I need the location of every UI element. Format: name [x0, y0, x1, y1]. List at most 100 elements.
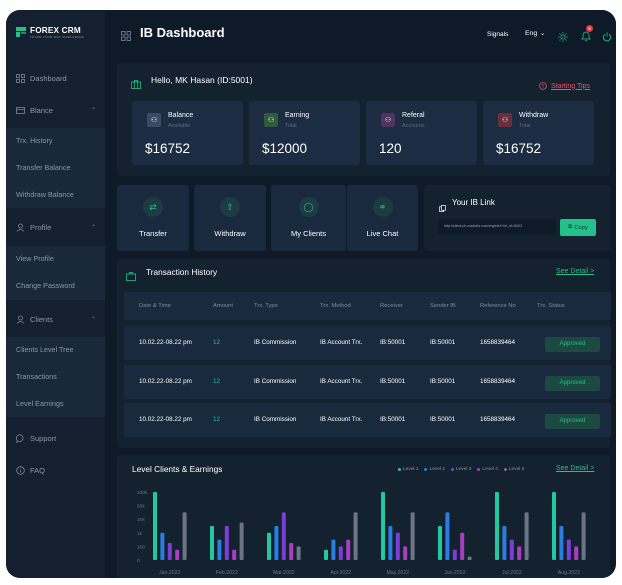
alert-icon	[539, 77, 547, 95]
starting-tips-link[interactable]: Starting Tips	[539, 77, 590, 95]
x-tick-label: Feb.2022	[216, 570, 238, 576]
bar-level-3[interactable]	[395, 532, 400, 560]
bar-level-3[interactable]	[224, 526, 229, 560]
bar-level-5[interactable]	[410, 512, 415, 560]
cell-sender: IB:50001	[430, 339, 456, 346]
column-header: Sender IB	[430, 303, 456, 309]
chevron-down-icon: ⌄	[540, 31, 546, 37]
sidebar-item-withdraw-balance[interactable]: Withdraw Balance	[6, 182, 105, 209]
grid-icon	[16, 73, 25, 83]
ib-link-url: http://client.ph.markets.com/register?re…	[444, 224, 523, 228]
bar-level-1[interactable]	[495, 492, 499, 560]
cell-receiver: IB:50001	[380, 339, 406, 346]
sidebar-item-clients-level-tree[interactable]: Clients Level Tree	[6, 337, 105, 364]
bar-level-5[interactable]	[524, 512, 529, 560]
bar-level-3[interactable]	[281, 512, 286, 560]
bar-level-4[interactable]	[175, 549, 180, 560]
language-selector[interactable]: Eng ⌄	[525, 30, 545, 37]
copy-label: Copy	[574, 224, 588, 231]
legend-swatch	[424, 468, 428, 471]
bar-level-5[interactable]	[239, 522, 244, 560]
bar-level-1[interactable]	[324, 549, 328, 560]
power-icon[interactable]	[602, 29, 612, 47]
status-badge: Approved	[545, 376, 600, 391]
bar-level-2[interactable]	[160, 532, 165, 560]
y-tick-label: 50k	[137, 504, 145, 510]
table-row[interactable]: 10.02.22-08.22 pm 12 IB Commission IB Ac…	[124, 326, 611, 360]
transactions-see-detail-link[interactable]: See Detail >	[556, 268, 594, 275]
bar-level-4[interactable]	[574, 546, 579, 560]
cell-type: IB Commission	[254, 378, 297, 385]
bar-level-4[interactable]	[289, 543, 294, 560]
table-row[interactable]: 10.02.22-08.22 pm 12 IB Commission IB Ac…	[124, 403, 611, 437]
bar-level-1[interactable]	[438, 526, 442, 560]
bar-level-5[interactable]	[182, 512, 187, 560]
bar-level-4[interactable]	[517, 546, 522, 560]
sidebar-item-view-profile[interactable]: View Profile	[6, 246, 105, 273]
cell-method: IB Account Trx.	[320, 378, 363, 385]
logo[interactable]: FOREX CRM TRADE YOUR WAY WORLDWIDE	[16, 26, 84, 39]
transaction-history-title: Transaction History	[146, 267, 218, 277]
bar-level-2[interactable]	[331, 539, 336, 560]
legend-item: Level 5	[503, 467, 524, 472]
live-chat-button[interactable]: ⚭ Live Chat	[347, 185, 418, 251]
sidebar-item-support[interactable]: Support	[6, 431, 105, 445]
chevron-up-icon: ⌃	[90, 224, 96, 231]
bar-level-1[interactable]	[381, 492, 385, 560]
bar-level-2[interactable]	[217, 539, 222, 560]
bar-level-1[interactable]	[210, 526, 214, 560]
signals-link[interactable]: Signals	[487, 31, 508, 38]
sidebar-item-change-password[interactable]: Change Password	[6, 273, 105, 300]
bar-level-1[interactable]	[552, 492, 556, 560]
my-clients-button[interactable]: ◯ My Clients	[271, 185, 346, 251]
sun-icon[interactable]	[558, 29, 568, 47]
bar-level-3[interactable]	[566, 539, 571, 560]
bar-level-2[interactable]	[559, 526, 564, 560]
copy-button[interactable]: ⧉ Copy	[560, 219, 596, 236]
bar-level-5[interactable]	[353, 512, 358, 560]
table-row[interactable]: 10.02.22-08.22 pm 12 IB Commission IB Ac…	[124, 365, 611, 399]
legend-label: Level 2	[429, 467, 445, 472]
chart-see-detail-link[interactable]: See Detail >	[556, 465, 594, 472]
sidebar-item-balance[interactable]: Blance ⌃	[6, 103, 105, 117]
bar-level-3[interactable]	[509, 539, 514, 560]
column-header: Trx. Method	[320, 303, 351, 309]
sidebar-item-dashboard[interactable]: Dashboard	[6, 71, 105, 85]
sidebar-item-level-earnings[interactable]: Level Earnings	[6, 391, 105, 418]
bar-level-5[interactable]	[296, 546, 301, 560]
bar-level-3[interactable]	[167, 543, 172, 560]
bar-level-4[interactable]	[346, 539, 351, 560]
sidebar-item-transactions[interactable]: Transactions	[6, 364, 105, 391]
bar-level-2[interactable]	[502, 526, 507, 560]
notification-bell-icon[interactable]: 9	[581, 25, 593, 46]
sidebar-item-label: Blance	[30, 105, 53, 115]
bar-level-4[interactable]	[232, 549, 237, 560]
bar-level-2[interactable]	[274, 526, 279, 560]
sidebar-item-transfer-balance[interactable]: Transfer Balance	[6, 155, 105, 182]
cell-receiver: IB:50001	[380, 416, 406, 423]
bar-level-1[interactable]	[267, 532, 271, 560]
bar-level-2[interactable]	[388, 526, 393, 560]
sidebar-item-trx-history[interactable]: Trx. History	[6, 128, 105, 155]
cell-method: IB Account Trx.	[320, 339, 363, 346]
withdraw-button[interactable]: ⇧ Withdraw	[194, 185, 266, 251]
sidebar-item-profile[interactable]: Profile ⌃	[6, 220, 105, 234]
chevron-up-icon: ⌃	[90, 316, 96, 323]
stat-value: $12000	[262, 141, 308, 156]
menu-grid-icon[interactable]	[121, 28, 131, 41]
stat-label: Withdraw	[519, 112, 549, 119]
bar-level-3[interactable]	[452, 549, 457, 560]
bar-level-4[interactable]	[403, 546, 408, 560]
bar-level-4[interactable]	[460, 532, 465, 560]
sidebar-item-clients[interactable]: Clients ⌃	[6, 312, 105, 326]
transfer-button[interactable]: ⇄ Transfer	[117, 185, 189, 251]
bar-level-3[interactable]	[338, 546, 343, 560]
bar-level-5[interactable]	[581, 512, 586, 560]
ib-link-field[interactable]: http://client.ph.markets.com/register?re…	[438, 219, 556, 234]
bar-level-1[interactable]	[153, 492, 157, 560]
sidebar-item-faq[interactable]: FAQ	[6, 463, 105, 477]
x-tick-label: May.2022	[387, 570, 410, 576]
bar-level-5[interactable]	[467, 556, 472, 560]
bar-level-2[interactable]	[445, 512, 450, 560]
y-tick-label: 100	[137, 544, 145, 550]
